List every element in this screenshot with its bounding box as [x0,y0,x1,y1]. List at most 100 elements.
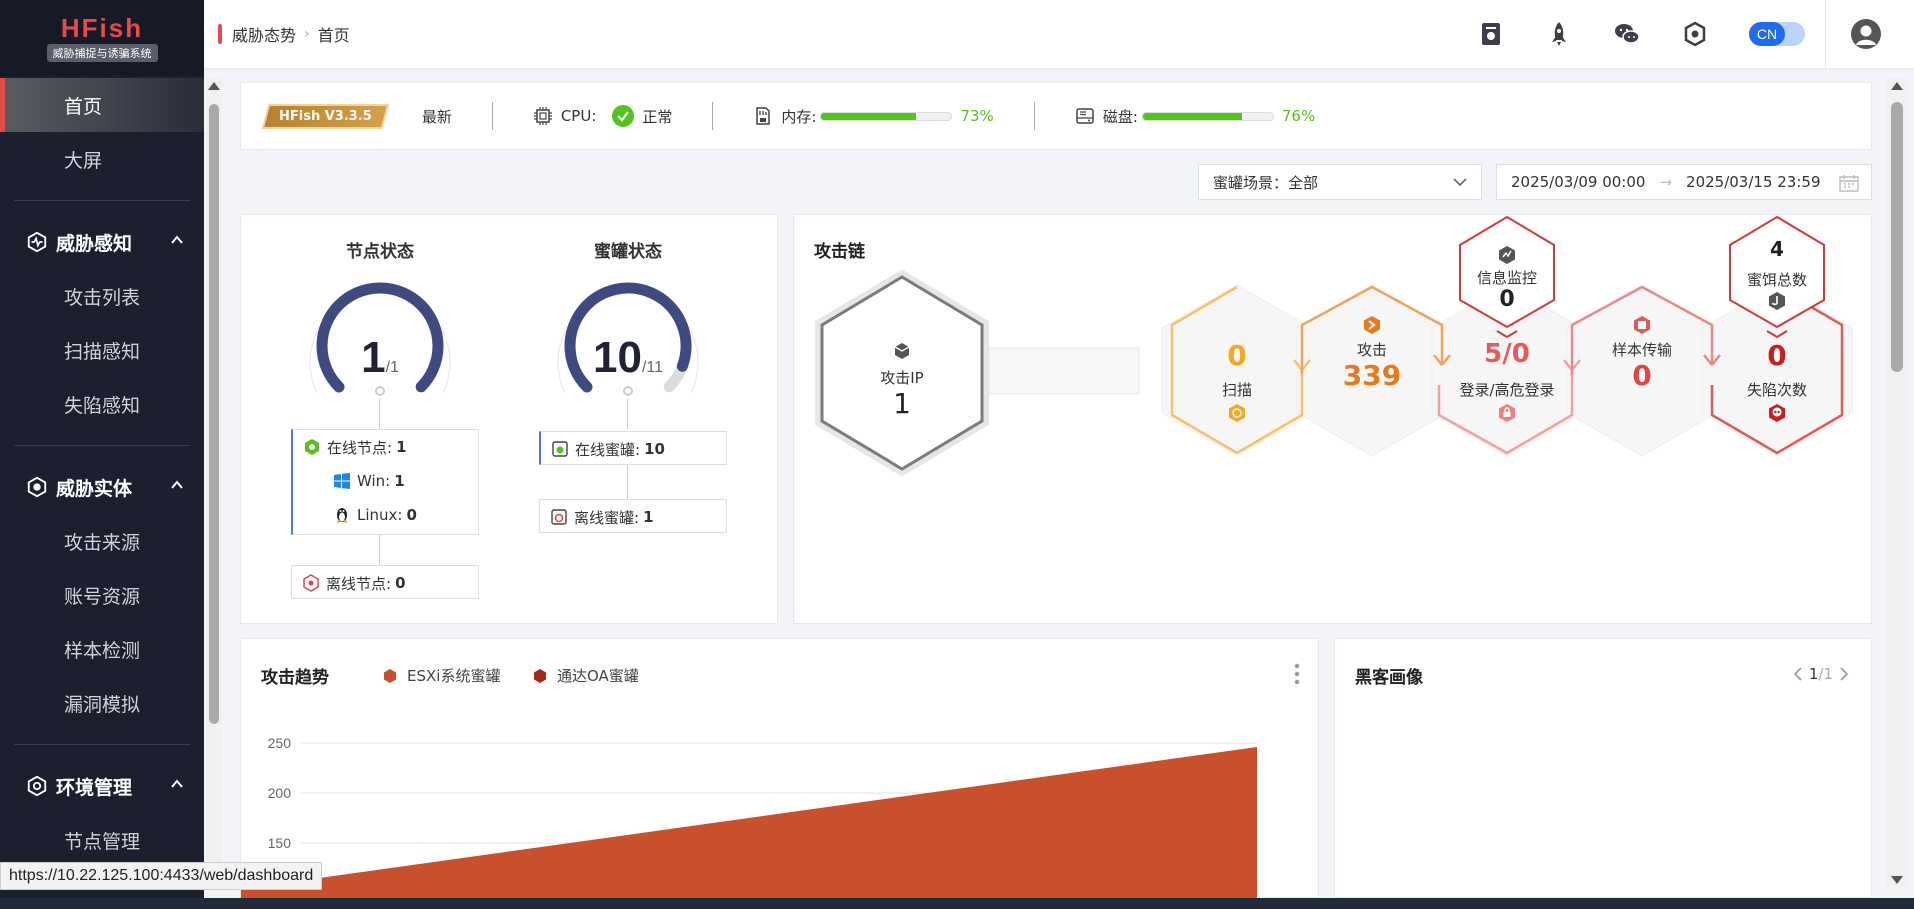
scroll-down-arrow[interactable] [1891,876,1903,884]
windows-nodes-row[interactable]: Win: 1 [293,464,478,498]
attack-trend-panel: 攻击趋势 ESXi系统蜜罐 通达OA蜜罐 250 200 150 [240,638,1319,899]
top-header: 威胁态势 › 首页 CN [204,0,1914,68]
offline-honeypots-value: 1 [643,508,654,526]
divider [1033,102,1035,130]
bait-value[interactable]: 4 [1727,237,1827,261]
user-avatar-icon[interactable] [1850,18,1882,50]
linux-value: 0 [406,506,417,524]
legend-item[interactable]: ESXi系统蜜罐 [383,665,500,686]
hexagon-icon[interactable] [1681,20,1709,48]
online-honeypots-value: 10 [644,440,665,458]
left-scrollbar[interactable] [206,78,222,888]
monitor-value[interactable]: 0 [1457,287,1557,312]
fall-label: 失陷次数 [1746,381,1807,399]
offline-nodes-box: 离线节点: 0 [291,565,479,599]
honeypot-scene-select[interactable]: 蜜罐场景：全部 [1198,164,1482,200]
legend-item[interactable]: 通达OA蜜罐 [533,665,639,686]
scan-value[interactable]: 0 [1177,339,1297,372]
memory-progress-bar [820,111,953,121]
hacker-profile-title: 黑客画像 [1355,668,1423,688]
pager-total: /1 [1818,665,1833,683]
disk-status: 磁盘: 76% [1075,106,1315,127]
online-nodes-row[interactable]: 在线节点: 1 [293,430,478,464]
chevron-right-icon[interactable] [1839,667,1849,681]
more-options-icon[interactable] [1294,663,1300,685]
link-status-url: https://10.22.125.100:4433/web/dashboard [0,862,323,890]
sidebar-item-scan-perception[interactable]: 扫描感知 [0,323,204,377]
sidebar-divider [14,445,190,446]
legend-label: 通达OA蜜罐 [557,667,639,685]
breadcrumb-accent [218,24,222,44]
hexagon-gear-icon [27,775,47,797]
logo[interactable]: HFish 威胁捕捉与诱骗系统 [0,0,204,76]
version-badge: HFish V3.3.5 [261,103,390,129]
sidebar-item-sample-detection[interactable]: 样本检测 [0,622,204,676]
wechat-icon[interactable] [1613,20,1641,48]
y-tick-label: 200 [268,785,292,801]
chevron-left-icon[interactable] [1793,667,1803,681]
connector-line [627,465,628,499]
sidebar-group-threat-entity[interactable]: 威胁实体 [0,460,204,514]
sidebar-item-attack-source[interactable]: 攻击来源 [0,514,204,568]
sample-value[interactable]: 0 [1582,359,1702,392]
sample-label: 样本传输 [1611,341,1672,359]
date-end[interactable]: 2025/03/15 23:59 [1686,173,1820,191]
sidebar-item-account-resource[interactable]: 账号资源 [0,568,204,622]
online-honeypots-row[interactable]: 在线蜜罐: 10 [541,432,726,466]
cpu-status: CPU: 正常 [533,105,672,127]
system-info-bar: HFish V3.3.5 最新 CPU: 正常 内存: 73% 磁盘: 76% [240,82,1872,150]
online-nodes-label: 在线节点: [327,438,393,457]
divider [491,102,493,130]
sidebar-item-attack-list[interactable]: 攻击列表 [0,269,204,323]
sidebar-group-threat-perception[interactable]: 威胁感知 [0,215,204,269]
sidebar-item-vuln-simulation[interactable]: 漏洞模拟 [0,676,204,730]
fall-value[interactable]: 0 [1717,339,1837,372]
language-toggle[interactable]: CN [1749,22,1805,46]
chevron-up-icon[interactable] [170,233,184,247]
attack-value[interactable]: 339 [1312,359,1432,392]
scroll-up-arrow[interactable] [1891,82,1903,90]
monitor-label: 信息监控 [1476,269,1537,287]
sidebar-item-fall-perception[interactable]: 失陷感知 [0,377,204,431]
chevron-up-icon[interactable] [170,478,184,492]
scrollbar-thumb[interactable] [209,104,219,724]
chevron-up-icon[interactable] [170,777,184,791]
online-nodes-value: 1 [396,438,407,456]
date-range-picker[interactable]: 2025/03/09 00:00 → 2025/03/15 23:59 [1496,164,1872,200]
breadcrumb-item[interactable]: 威胁态势 [232,22,296,46]
offline-honeypots-row[interactable]: 离线蜜罐: 1 [540,500,726,534]
linux-nodes-row[interactable]: Linux: 0 [293,498,478,532]
right-scrollbar[interactable] [1886,78,1908,888]
pager-current: 1 [1808,665,1819,683]
linux-tux-icon [336,508,348,523]
sample-icon [1634,316,1650,334]
offline-honeypots-label: 离线蜜罐: [574,508,640,527]
sidebar-group-label: 环境管理 [56,776,133,799]
sidebar: HFish 威胁捕捉与诱骗系统 首页 大屏 威胁感知 攻击列表 扫描感知 失陷感… [0,0,204,909]
breadcrumb: 威胁态势 › 首页 [218,22,350,46]
date-start[interactable]: 2025/03/09 00:00 [1511,173,1645,191]
attack-trend-title: 攻击趋势 [261,668,329,688]
offline-nodes-row[interactable]: 离线节点: 0 [292,566,478,600]
offline-honeypot-icon [551,509,567,525]
scrollbar-thumb[interactable] [1891,102,1903,372]
document-icon[interactable] [1477,20,1505,48]
sidebar-item-home[interactable]: 首页 [0,78,204,132]
offline-node-icon [303,574,319,592]
node-count: 1/1 [290,333,470,383]
honeypot-total-count: /11 [641,359,663,376]
scroll-up-arrow[interactable] [208,82,220,90]
online-node-icon [305,439,319,455]
check-icon [612,105,635,127]
language-label: CN [1749,22,1785,46]
attack-ip-value[interactable]: 1 [822,387,982,420]
rocket-icon[interactable] [1545,20,1573,48]
calendar-icon[interactable] [1839,174,1859,192]
windows-icon [334,473,350,489]
y-tick-label: 250 [268,735,292,751]
hacker-profile-panel: 黑客画像 1/1 [1334,638,1872,898]
sidebar-item-bigscreen[interactable]: 大屏 [0,132,204,186]
sidebar-group-env-management[interactable]: 环境管理 [0,759,204,813]
login-value[interactable]: 5/0 [1447,339,1567,369]
sidebar-item-node-management[interactable]: 节点管理 [0,813,204,867]
